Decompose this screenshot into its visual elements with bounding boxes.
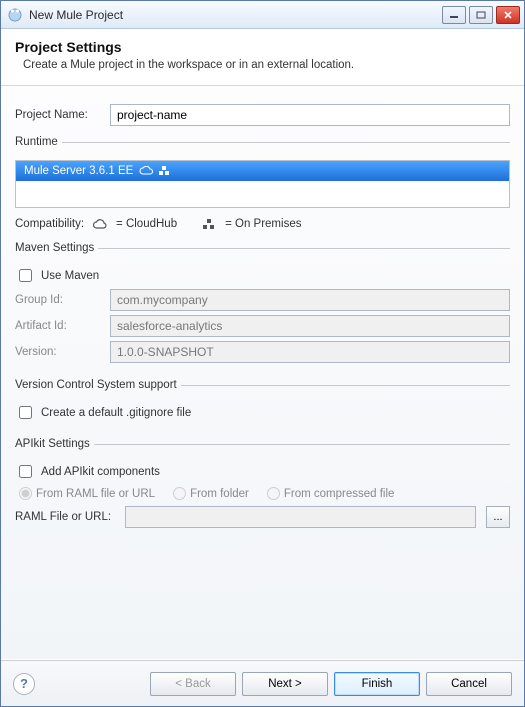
compat-label: Compatibility: (15, 218, 84, 230)
back-button: < Back (150, 672, 236, 696)
group-id-label: Group Id: (15, 294, 100, 306)
use-maven-label[interactable]: Use Maven (41, 270, 99, 282)
vcs-legend: Version Control System support (15, 379, 181, 391)
project-name-input[interactable] (110, 104, 510, 126)
cloud-icon (139, 166, 153, 176)
cloud-icon (92, 219, 108, 230)
runtime-list[interactable]: Mule Server 3.6.1 EE (15, 160, 510, 208)
maximize-button[interactable] (469, 6, 493, 24)
browse-button[interactable]: ... (486, 506, 510, 528)
raml-file-input (125, 506, 476, 528)
app-icon (7, 7, 23, 23)
apikit-legend: APIkit Settings (15, 438, 94, 450)
apikit-section: APIkit Settings Add APIkit components Fr… (15, 438, 510, 534)
compat-cloudhub: = CloudHub (116, 218, 177, 230)
wizard-footer: ? < Back Next > Finish Cancel (1, 660, 524, 706)
runtime-name: Mule Server 3.6.1 EE (24, 165, 133, 177)
maven-section: Maven Settings Use Maven Group Id: Artif… (15, 242, 510, 369)
page-description: Create a Mule project in the workspace o… (15, 59, 510, 71)
cancel-button[interactable]: Cancel (426, 672, 512, 696)
runtime-row-selected[interactable]: Mule Server 3.6.1 EE (16, 161, 509, 181)
finish-button[interactable]: Finish (334, 672, 420, 696)
raml-file-label: RAML File or URL: (15, 511, 115, 523)
from-raml-label: From RAML file or URL (36, 488, 155, 500)
minimize-button[interactable] (442, 6, 466, 24)
use-maven-checkbox[interactable] (19, 269, 32, 282)
runtime-legend: Runtime (15, 136, 62, 148)
gitignore-checkbox[interactable] (19, 406, 32, 419)
compatibility-row: Compatibility: = CloudHub = On Premises (15, 218, 510, 230)
from-zip-radio (267, 487, 280, 500)
from-zip-label: From compressed file (284, 488, 395, 500)
version-label: Version: (15, 346, 100, 358)
premises-icon (203, 219, 217, 230)
version-input (110, 341, 510, 363)
from-folder-label: From folder (190, 488, 249, 500)
close-button[interactable] (496, 6, 520, 24)
window-title: New Mule Project (29, 8, 442, 22)
maven-legend: Maven Settings (15, 242, 98, 254)
wizard-banner: Project Settings Create a Mule project i… (1, 29, 524, 86)
help-icon: ? (20, 676, 28, 691)
artifact-id-label: Artifact Id: (15, 320, 100, 332)
add-apikit-checkbox[interactable] (19, 465, 32, 478)
artifact-id-input (110, 315, 510, 337)
compat-onprem: = On Premises (225, 218, 301, 230)
next-button[interactable]: Next > (242, 672, 328, 696)
project-name-label: Project Name: (15, 109, 100, 121)
vcs-section: Version Control System support Create a … (15, 379, 510, 428)
window-titlebar: New Mule Project (1, 1, 524, 29)
group-id-input (110, 289, 510, 311)
help-button[interactable]: ? (13, 673, 35, 695)
from-folder-radio (173, 487, 186, 500)
from-raml-radio (19, 487, 32, 500)
premises-icon (159, 166, 171, 176)
runtime-section: Runtime Mule Server 3.6.1 EE Compatibili… (15, 136, 510, 232)
page-title: Project Settings (15, 39, 510, 55)
gitignore-label[interactable]: Create a default .gitignore file (41, 407, 191, 419)
wizard-content: Project Name: Runtime Mule Server 3.6.1 … (1, 86, 524, 659)
add-apikit-label[interactable]: Add APIkit components (41, 466, 160, 478)
